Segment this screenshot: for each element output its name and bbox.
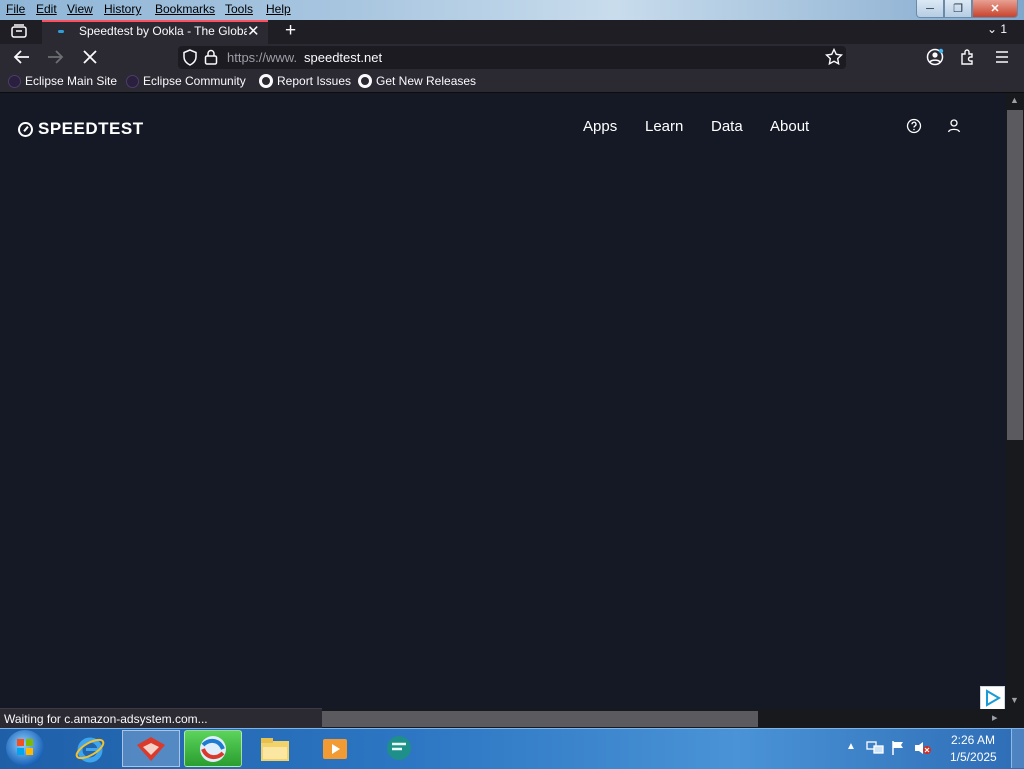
- package-app-icon: [137, 736, 165, 761]
- menu-edit[interactable]: Edit: [36, 2, 57, 16]
- nav-data[interactable]: Data: [711, 118, 743, 135]
- taskbar-browser-active[interactable]: [184, 730, 242, 767]
- stop-loading-icon[interactable]: [82, 49, 98, 65]
- tracking-shield-icon[interactable]: [182, 49, 198, 66]
- lock-icon[interactable]: [204, 49, 218, 65]
- nav-learn[interactable]: Learn: [645, 118, 683, 135]
- taskbar-media-player[interactable]: [307, 730, 363, 767]
- menu-help[interactable]: Help: [266, 2, 291, 16]
- window-titlebar: [0, 0, 1024, 20]
- tab-title: Speedtest by Ookla - The Globa: [79, 24, 247, 38]
- bookmark-eclipse-community[interactable]: Eclipse Community: [126, 74, 246, 88]
- chevron-down-icon: ⌄: [987, 22, 998, 36]
- bookmark-label: Get New Releases: [376, 74, 477, 88]
- menu-history[interactable]: History: [104, 2, 141, 16]
- show-desktop-button[interactable]: [1011, 729, 1024, 768]
- bookmark-report-issues[interactable]: Report Issues: [259, 74, 351, 88]
- logo-text: SPEEDTEST: [38, 119, 144, 138]
- github-icon: [358, 74, 372, 88]
- menu-bookmarks[interactable]: Bookmarks: [155, 2, 215, 16]
- menu-view[interactable]: View: [67, 2, 93, 16]
- close-window-button[interactable]: ✕: [972, 0, 1018, 18]
- speedometer-icon: [18, 121, 33, 137]
- tab-close-icon[interactable]: ✕: [247, 22, 260, 40]
- nav-apps[interactable]: Apps: [583, 118, 617, 135]
- back-icon[interactable]: [13, 49, 31, 65]
- ad-choices-icon[interactable]: [980, 686, 1005, 710]
- volume-muted-icon[interactable]: [914, 740, 932, 756]
- eclipse-icon: [8, 74, 21, 88]
- folder-icon: [261, 737, 289, 761]
- taskbar-internet-explorer[interactable]: [62, 730, 118, 767]
- network-icon[interactable]: [866, 740, 884, 756]
- menu-file[interactable]: File: [6, 2, 25, 16]
- clock-time[interactable]: 2:26 AM: [951, 733, 995, 747]
- tab-count: 1: [1000, 22, 1008, 36]
- url-prefix: https://www.: [227, 50, 298, 65]
- nav-about[interactable]: About: [770, 118, 809, 135]
- bookmark-get-new-releases[interactable]: Get New Releases: [358, 74, 476, 88]
- bookmark-label: Report Issues: [277, 74, 352, 88]
- bookmark-label: Eclipse Community: [143, 74, 246, 88]
- help-icon[interactable]: [906, 118, 922, 134]
- action-center-flag-icon[interactable]: [890, 740, 906, 756]
- page-content: [0, 93, 1006, 709]
- scroll-down-icon[interactable]: ▼: [1010, 695, 1019, 705]
- extensions-icon[interactable]: [959, 48, 977, 66]
- taskbar-chat-app[interactable]: [371, 730, 427, 767]
- user-icon[interactable]: [946, 118, 962, 134]
- browser-globe-icon: [200, 735, 226, 762]
- horizontal-scroll-thumb[interactable]: [322, 711, 758, 727]
- forward-icon[interactable]: [46, 49, 64, 65]
- media-player-icon: [323, 738, 347, 759]
- windows-logo-icon: [17, 739, 33, 755]
- account-icon[interactable]: [926, 48, 944, 66]
- star-bookmark-icon[interactable]: [825, 48, 843, 66]
- window-controls: ─ ❐ ✕: [916, 0, 1018, 18]
- internet-explorer-icon: [75, 737, 105, 762]
- bookmark-eclipse-main-site[interactable]: Eclipse Main Site: [8, 74, 117, 88]
- status-text: Waiting for c.amazon-adsystem.com...: [4, 712, 208, 726]
- new-tab-icon[interactable]: +: [285, 20, 296, 42]
- clock-date[interactable]: 1/5/2025: [950, 750, 997, 764]
- speedtest-logo[interactable]: SPEEDTEST: [18, 119, 144, 139]
- list-tabs-button[interactable]: ⌄ 1: [987, 22, 1007, 36]
- firefox-view-icon[interactable]: [11, 24, 27, 38]
- scroll-up-icon[interactable]: ▲: [1010, 95, 1019, 105]
- chat-bubble-icon: [387, 735, 411, 760]
- taskbar-file-explorer[interactable]: [247, 730, 303, 767]
- url-domain: speedtest.net: [304, 50, 383, 65]
- scroll-right-icon[interactable]: ▸: [992, 711, 998, 724]
- ad-play-icon: [986, 689, 1001, 707]
- menu-tools[interactable]: Tools: [225, 2, 253, 16]
- vertical-scroll-thumb[interactable]: [1007, 110, 1023, 440]
- github-icon: [259, 74, 273, 88]
- show-hidden-icons[interactable]: ▲: [846, 741, 856, 752]
- hamburger-menu-icon[interactable]: [994, 50, 1010, 64]
- bookmark-label: Eclipse Main Site: [25, 74, 118, 88]
- start-button[interactable]: [6, 730, 44, 766]
- minimize-button[interactable]: ─: [916, 0, 944, 18]
- tab-loading-icon: [58, 30, 64, 33]
- taskbar-app-red-box[interactable]: [122, 730, 180, 767]
- eclipse-icon: [126, 74, 139, 88]
- maximize-button[interactable]: ❐: [944, 0, 972, 18]
